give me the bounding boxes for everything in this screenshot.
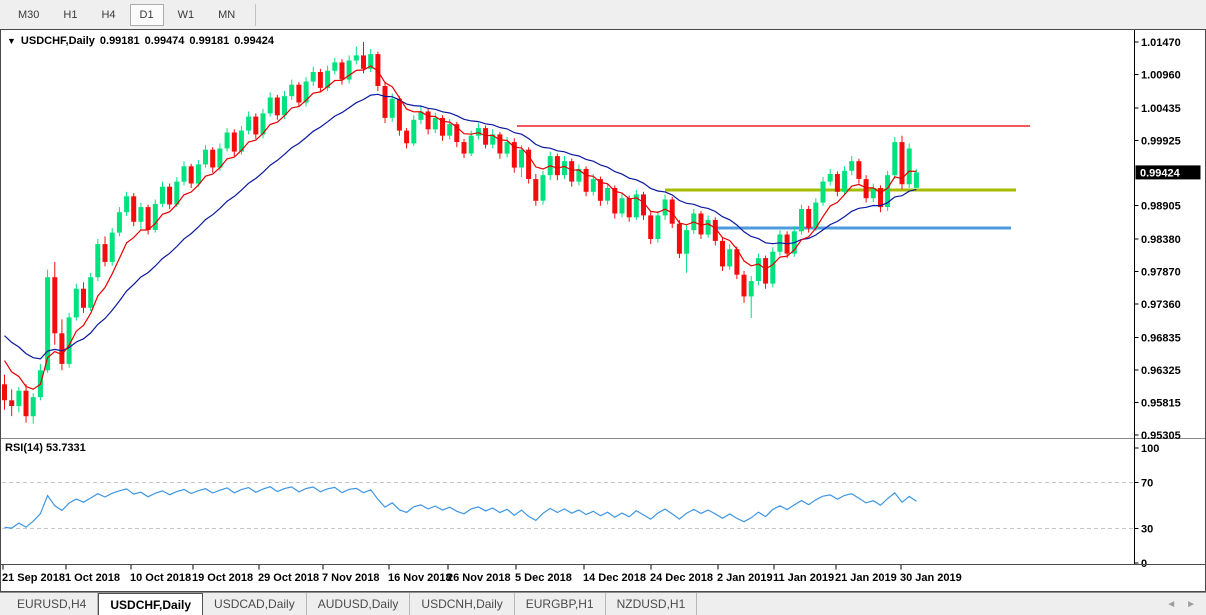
rsi-tick-label: 30 <box>1141 524 1153 536</box>
timeframe-toolbar: M30H1H4D1W1MN <box>0 0 1206 29</box>
timeframe-button-h4[interactable]: H4 <box>91 4 125 26</box>
chart-title: ▼ USDCHF,Daily 0.99181 0.99474 0.99181 0… <box>7 35 274 47</box>
tab-audusd-daily[interactable]: AUDUSD,Daily <box>307 593 411 615</box>
price-tick-label: 0.98905 <box>1141 201 1181 213</box>
timeframe-button-d1[interactable]: D1 <box>130 4 164 26</box>
date-tick-label: 19 Oct 2018 <box>192 572 253 584</box>
date-tick-label: 21 Jan 2019 <box>835 572 897 584</box>
price-tick-label: 0.97360 <box>1141 299 1181 311</box>
date-tick-label: 26 Nov 2018 <box>447 572 511 584</box>
date-tick-label: 11 Jan 2019 <box>773 572 834 584</box>
tab-usdcnh-daily[interactable]: USDCNH,Daily <box>410 593 514 615</box>
date-tick-label: 2 Jan 2019 <box>717 572 773 584</box>
chart-frame <box>1 30 1206 592</box>
chart-dropdown-icon[interactable]: ▼ <box>7 36 16 46</box>
tab-eurusd-h4[interactable]: EURUSD,H4 <box>6 593 98 615</box>
date-tick-label: 5 Dec 2018 <box>515 572 572 584</box>
price-tick-label: 1.00435 <box>1141 103 1181 115</box>
tab-scroll-buttons: ◄ ► <box>1166 593 1206 615</box>
price-tick-label: 0.99925 <box>1141 136 1181 148</box>
date-tick-label: 10 Oct 2018 <box>130 572 191 584</box>
date-tick-label: 14 Dec 2018 <box>583 572 646 584</box>
rsi-tick-label: 70 <box>1141 478 1153 490</box>
timeframe-button-w1[interactable]: W1 <box>168 4 205 26</box>
price-tick-label: 1.01470 <box>1141 37 1181 49</box>
tab-usdchf-daily[interactable]: USDCHF,Daily <box>98 593 203 615</box>
ohlc-high: 0.99474 <box>145 35 185 47</box>
ohlc-close: 0.99424 <box>234 35 274 47</box>
price-tick-label: 0.98380 <box>1141 234 1181 246</box>
date-tick-label: 24 Dec 2018 <box>650 572 713 584</box>
chart-canvas[interactable]: RSI(14) 53.7331 1.01470 1.00960 1.00435 0.99… <box>0 29 1206 592</box>
toolbar-separator <box>255 4 256 26</box>
date-tick-label: 21 Sep 2018 <box>2 572 65 584</box>
chart-symbol: USDCHF,Daily <box>21 35 95 47</box>
ohlc-low: 0.99181 <box>189 35 229 47</box>
mt4-window: M30H1H4D1W1MN ▼ USDCHF,Daily 0.99181 0.9… <box>0 0 1206 615</box>
ohlc-open: 0.99181 <box>100 35 140 47</box>
tab-scroll-left-icon[interactable]: ◄ <box>1166 599 1176 610</box>
price-tick-label: 0.97870 <box>1141 267 1181 279</box>
price-tick-label: 0.96835 <box>1141 333 1181 345</box>
tab-nzdusd-h1[interactable]: NZDUSD,H1 <box>606 593 698 615</box>
price-tick-label: 0.95305 <box>1141 430 1181 442</box>
price-tick-label: 0.95815 <box>1141 398 1181 410</box>
date-tick-label: 1 Oct 2018 <box>65 572 120 584</box>
date-tick-label: 30 Jan 2019 <box>900 572 962 584</box>
tab-usdcad-daily[interactable]: USDCAD,Daily <box>203 593 307 615</box>
date-tick-label: 7 Nov 2018 <box>322 572 379 584</box>
price-tick-label: 1.00960 <box>1141 70 1181 82</box>
timeframe-button-mn[interactable]: MN <box>208 4 245 26</box>
tab-eurgbp-h1[interactable]: EURGBP,H1 <box>515 593 606 615</box>
current-price-label: 0.99424 <box>1140 167 1181 179</box>
rsi-tick-label: 100 <box>1141 443 1159 455</box>
timeframe-button-h1[interactable]: H1 <box>53 4 87 26</box>
date-tick-label: 29 Oct 2018 <box>258 572 319 584</box>
price-tick-label: 0.96325 <box>1141 365 1181 377</box>
rsi-label: RSI(14) 53.7331 <box>5 442 86 454</box>
date-tick-label: 16 Nov 2018 <box>388 572 452 584</box>
tab-scroll-right-icon[interactable]: ► <box>1186 599 1196 610</box>
timeframe-button-m30[interactable]: M30 <box>8 4 49 26</box>
chart-window: ▼ USDCHF,Daily 0.99181 0.99474 0.99181 0… <box>0 29 1206 592</box>
chart-tabbar: EURUSD,H4USDCHF,DailyUSDCAD,DailyAUDUSD,… <box>0 592 1206 615</box>
